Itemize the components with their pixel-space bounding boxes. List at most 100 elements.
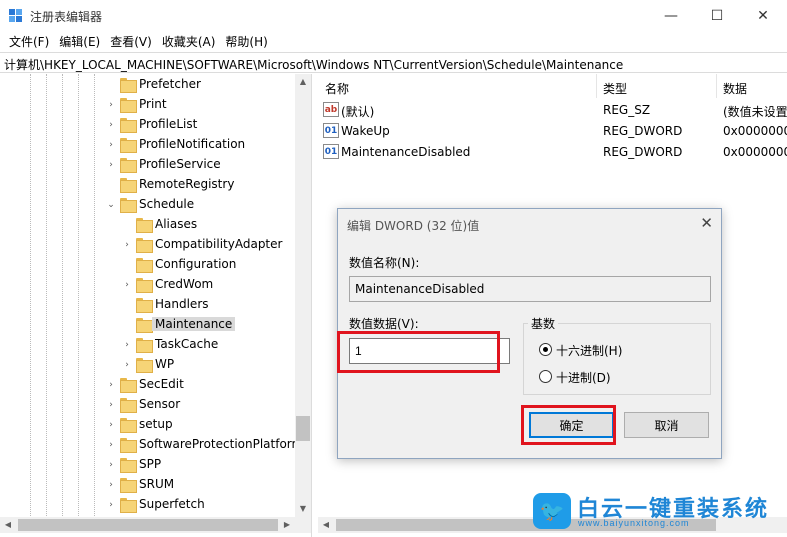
menu-view[interactable]: 查看(V) (105, 33, 157, 50)
close-button[interactable]: ✕ (740, 0, 786, 31)
tree-item[interactable]: › ProfileNotification (0, 135, 300, 155)
expand-chevron-icon[interactable]: › (122, 360, 132, 370)
minimize-button[interactable]: — (648, 0, 694, 31)
column-header-type[interactable]: 类型 (603, 80, 627, 97)
expand-chevron-icon[interactable]: › (106, 120, 116, 130)
list-header: 名称 类型 数据 (318, 74, 787, 98)
expand-chevron-icon[interactable] (122, 220, 132, 230)
expand-chevron-icon[interactable] (122, 320, 132, 330)
radio-decimal-label[interactable]: 十进制(D) (556, 369, 611, 386)
address-bar[interactable]: 计算机\HKEY_LOCAL_MACHINE\SOFTWARE\Microsof… (0, 52, 787, 73)
value-data: 0x0000000 (723, 145, 787, 159)
expand-chevron-icon[interactable]: › (106, 440, 116, 450)
menu-favorites[interactable]: 收藏夹(A) (157, 33, 221, 50)
expand-chevron-icon[interactable]: › (106, 460, 116, 470)
expand-chevron-icon[interactable] (122, 300, 132, 310)
tree-guide-line (30, 74, 31, 516)
folder-icon (136, 238, 153, 253)
tree-horizontal-scrollbar[interactable]: ◀ ▶ (0, 517, 311, 533)
tree-item[interactable]: Configuration (0, 255, 300, 275)
folder-icon (120, 478, 137, 493)
menu-file[interactable]: 文件(F) (4, 33, 54, 50)
tree-item[interactable]: › TaskCache (0, 335, 300, 355)
cancel-button[interactable]: 取消 (624, 412, 709, 438)
scroll-left-icon[interactable]: ◀ (0, 517, 16, 533)
radio-decimal[interactable] (539, 370, 552, 383)
tree-item[interactable]: › Print (0, 95, 300, 115)
tree-item[interactable]: › Sensor (0, 395, 300, 415)
value-type: REG_DWORD (603, 145, 683, 159)
expand-chevron-icon[interactable]: › (106, 420, 116, 430)
column-header-name[interactable]: 名称 (325, 80, 349, 97)
tree-item-label: SRUM (139, 477, 175, 491)
expand-chevron-icon[interactable]: › (122, 240, 132, 250)
tree-item[interactable]: › ProfileList (0, 115, 300, 135)
value-type: REG_SZ (603, 103, 651, 117)
expand-chevron-icon[interactable]: › (106, 500, 116, 510)
tree-item[interactable]: › SRUM (0, 475, 300, 495)
radio-hex-label[interactable]: 十六进制(H) (556, 342, 622, 359)
tree-item[interactable]: Maintenance (0, 315, 300, 335)
expand-chevron-icon[interactable]: › (106, 140, 116, 150)
expand-chevron-icon[interactable]: › (106, 380, 116, 390)
radio-hex[interactable] (539, 343, 552, 356)
tree-item[interactable]: ⌄ Schedule (0, 195, 300, 215)
tree-item-label: CompatibilityAdapter (155, 237, 283, 251)
expand-chevron-icon[interactable]: › (122, 340, 132, 350)
tree-item-label: SecEdit (139, 377, 184, 391)
tree-item[interactable]: › ProfileService (0, 155, 300, 175)
bird-logo-icon: 🐦 (533, 493, 571, 529)
tree-vertical-scrollbar[interactable]: ▲ ▼ (295, 74, 311, 517)
dword-value-icon: 01 (323, 123, 339, 138)
folder-icon (120, 398, 137, 413)
dialog-close-icon[interactable]: ✕ (700, 214, 713, 232)
expand-chevron-icon[interactable]: › (106, 480, 116, 490)
column-separator[interactable] (596, 74, 597, 98)
tree-item[interactable]: › CompatibilityAdapter (0, 235, 300, 255)
tree-hscroll-thumb[interactable] (18, 519, 278, 531)
tree-item-label: ProfileNotification (139, 137, 246, 151)
tree-scroll-thumb[interactable] (296, 416, 310, 441)
value-data-label: 数值数据(V): (349, 317, 419, 331)
scroll-left-icon[interactable]: ◀ (318, 517, 334, 533)
column-header-data[interactable]: 数据 (723, 80, 747, 97)
tree-item[interactable]: › WP (0, 355, 300, 375)
tree-item[interactable]: › Superfetch (0, 495, 300, 515)
scroll-up-icon[interactable]: ▲ (295, 74, 311, 90)
tree-item-label: Configuration (155, 257, 237, 271)
expand-chevron-icon[interactable]: › (106, 100, 116, 110)
scroll-down-icon[interactable]: ▼ (295, 501, 311, 517)
dword-value-icon: 01 (323, 144, 339, 159)
tree-guide-line (62, 74, 63, 516)
menu-bar: 文件(F) 编辑(E) 查看(V) 收藏夹(A) 帮助(H) (0, 31, 787, 51)
dialog-title: 编辑 DWORD (32 位)值 (347, 219, 480, 233)
expand-chevron-icon[interactable]: › (106, 160, 116, 170)
expand-chevron-icon[interactable] (106, 180, 116, 190)
expand-chevron-icon[interactable]: › (122, 280, 132, 290)
tree-item[interactable]: Aliases (0, 215, 300, 235)
menu-edit[interactable]: 编辑(E) (54, 33, 105, 50)
tree-item[interactable]: RemoteRegistry (0, 175, 300, 195)
tree-item[interactable]: Prefetcher (0, 75, 300, 95)
expand-chevron-icon[interactable] (122, 260, 132, 270)
list-row[interactable]: 01 WakeUp REG_DWORD 0x0000000 (318, 121, 787, 142)
tree-item[interactable]: › SecEdit (0, 375, 300, 395)
expand-chevron-icon[interactable] (106, 80, 116, 90)
tree-item[interactable]: › setup (0, 415, 300, 435)
scroll-right-icon[interactable]: ▶ (279, 517, 295, 533)
expand-chevron-icon[interactable]: ⌄ (106, 200, 116, 210)
tree-item[interactable]: › CredWom (0, 275, 300, 295)
list-row[interactable]: 01 MaintenanceDisabled REG_DWORD 0x00000… (318, 142, 787, 163)
tree-item-label: Schedule (139, 197, 195, 211)
tree-item-label: CredWom (155, 277, 214, 291)
list-row[interactable]: ab (默认) REG_SZ (数值未设置 (318, 100, 787, 121)
column-separator[interactable] (716, 74, 717, 98)
tree-item[interactable]: › SoftwareProtectionPlatform (0, 435, 303, 455)
tree-item-label: SPP (139, 457, 162, 471)
menu-help[interactable]: 帮助(H) (220, 33, 272, 50)
tree-item[interactable]: Handlers (0, 295, 300, 315)
expand-chevron-icon[interactable]: › (106, 400, 116, 410)
maximize-button[interactable]: ☐ (694, 0, 740, 31)
tree-item[interactable]: › SPP (0, 455, 300, 475)
folder-icon (136, 358, 153, 373)
